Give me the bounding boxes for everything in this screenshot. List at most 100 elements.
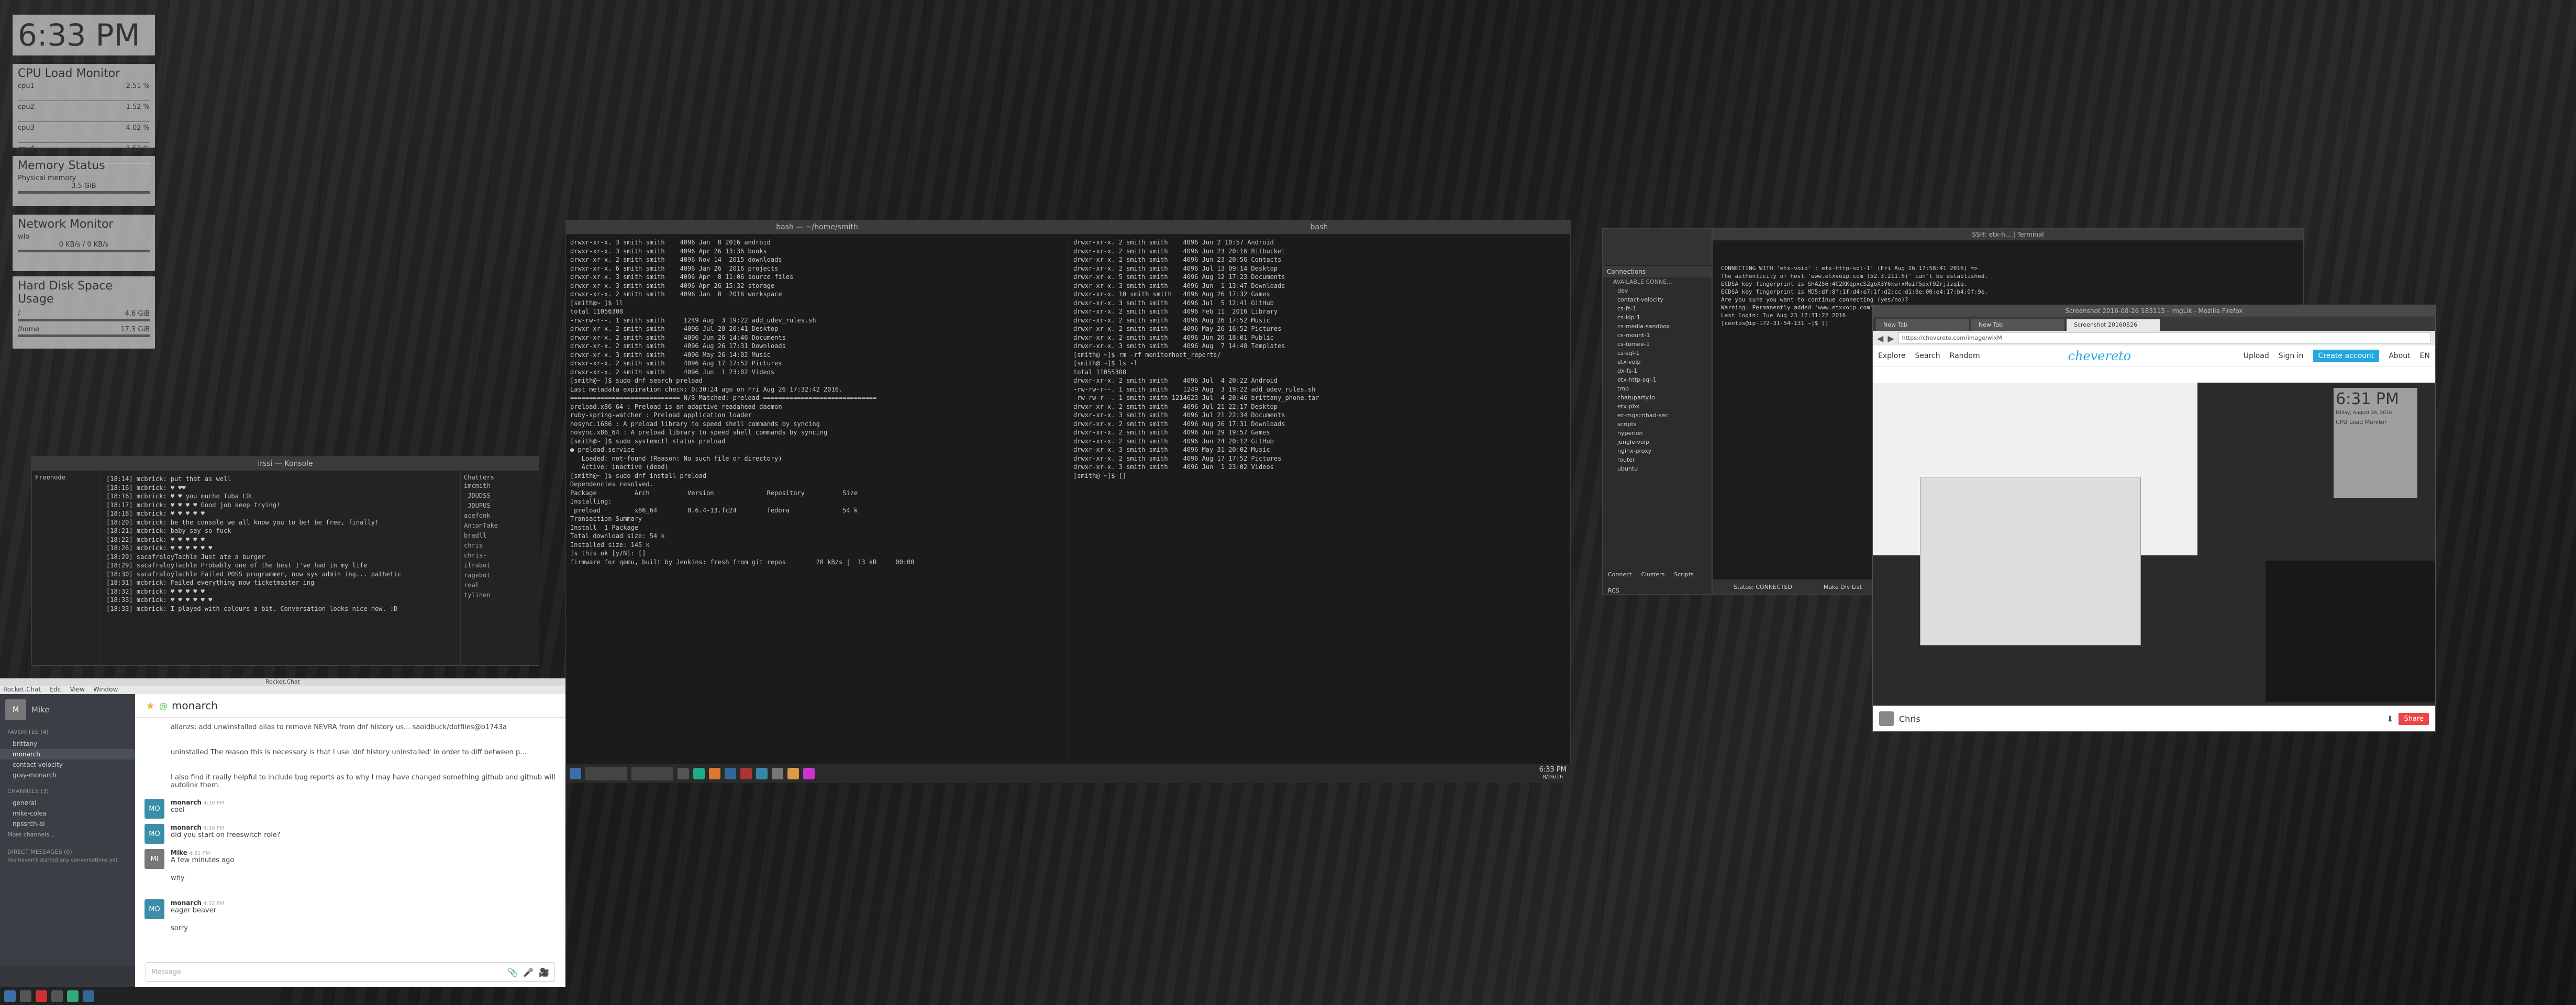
connection-item[interactable]: cs-tomee-1 bbox=[1617, 340, 1712, 349]
owner-avatar[interactable] bbox=[1879, 711, 1894, 726]
taskbar-app-icon[interactable] bbox=[772, 768, 783, 779]
message-input[interactable]: Message bbox=[151, 968, 507, 976]
create-account-button[interactable]: Create account bbox=[2313, 350, 2380, 362]
message-avatar[interactable] bbox=[145, 874, 164, 894]
taskbar-window-button[interactable] bbox=[631, 767, 673, 780]
connection-item[interactable]: ec-mgscribad-sec bbox=[1617, 411, 1712, 420]
connection-item[interactable]: nginx-proxy bbox=[1617, 446, 1712, 455]
message-author[interactable]: monarch bbox=[171, 799, 202, 806]
connection-item[interactable]: etx-pbx bbox=[1617, 402, 1712, 411]
connection-item[interactable]: etx-http-sql-1 bbox=[1617, 375, 1712, 384]
connection-tab[interactable]: Clusters bbox=[1641, 571, 1664, 578]
terminal-right-pane[interactable]: drwxr-xr-x. 2 smith smith 4096 Jun 2 10:… bbox=[1069, 236, 1570, 762]
message-avatar[interactable]: MO bbox=[145, 899, 164, 919]
terminal-tab-left[interactable]: bash — ~/home/smith bbox=[566, 220, 1068, 234]
share-button[interactable]: Share bbox=[2399, 712, 2429, 725]
irc-network[interactable]: Freenode bbox=[35, 474, 96, 481]
message-avatar[interactable] bbox=[145, 723, 164, 743]
message-author[interactable]: monarch bbox=[171, 899, 202, 907]
message-author[interactable]: monarch bbox=[171, 824, 202, 831]
connection-item[interactable]: tmp bbox=[1617, 384, 1712, 393]
irc-user[interactable]: bradll bbox=[464, 531, 536, 541]
language-menu[interactable]: EN bbox=[2420, 352, 2430, 360]
taskbar-app-icon[interactable] bbox=[803, 768, 815, 779]
taskbar-app-icon[interactable] bbox=[20, 990, 31, 1002]
connections-window[interactable]: Connections AVAILABLE CONNE... dev contac… bbox=[1602, 228, 1712, 595]
message-avatar[interactable] bbox=[145, 749, 164, 768]
connection-tab[interactable]: Connect bbox=[1608, 571, 1631, 578]
taskbar-app-icon[interactable] bbox=[83, 990, 94, 1002]
image-preview[interactable]: 6:31 PM Friday, August 26, 2016 CPU Load… bbox=[1873, 383, 2435, 707]
connection-tab[interactable]: Scripts bbox=[1674, 571, 1694, 578]
favorite-room[interactable]: contact-velocity bbox=[0, 760, 135, 770]
terminal-left-pane[interactable]: drwxr-xr-x. 3 smith smith 4096 Jan 8 201… bbox=[566, 236, 1072, 762]
download-icon[interactable]: ⬇ bbox=[2386, 714, 2393, 724]
taskbar-app-icon[interactable] bbox=[787, 768, 799, 779]
irc-user[interactable]: acefonk bbox=[464, 511, 536, 521]
irc-user[interactable]: _JDUPUS bbox=[464, 501, 536, 511]
taskbar-app-icon[interactable] bbox=[740, 768, 752, 779]
connection-item[interactable]: cs-media-sandbox bbox=[1617, 322, 1712, 331]
video-icon[interactable]: 🎥 bbox=[539, 967, 549, 977]
connection-item[interactable]: cs-fs-1 bbox=[1617, 304, 1712, 313]
message-avatar[interactable]: MI bbox=[145, 849, 164, 869]
connection-item[interactable]: jungle-voip bbox=[1617, 438, 1712, 446]
taskbar-app-icon[interactable] bbox=[756, 768, 768, 779]
owner-name[interactable]: Chris bbox=[1899, 714, 1920, 724]
irc-user[interactable]: chris bbox=[464, 541, 536, 551]
menu-item[interactable]: Rocket.Chat bbox=[3, 686, 41, 694]
message-avatar[interactable] bbox=[145, 774, 164, 794]
about-menu[interactable]: About bbox=[2389, 352, 2410, 360]
menu-item[interactable]: Window bbox=[93, 686, 118, 694]
irc-window[interactable]: irssi — Konsole Freenode [18:14] mcbrick… bbox=[31, 456, 539, 666]
connection-item[interactable]: cs-ldp-1 bbox=[1617, 313, 1712, 322]
taskbar-app-icon[interactable] bbox=[36, 990, 47, 1002]
connection-item[interactable]: dx-fs-1 bbox=[1617, 366, 1712, 375]
nav-search[interactable]: Search bbox=[1915, 352, 1940, 360]
star-icon[interactable]: ★ bbox=[146, 699, 155, 712]
rocketchat-window[interactable]: Rocket.Chat Rocket.Chat Edit View Window M … bbox=[0, 678, 565, 987]
message-avatar[interactable]: MO bbox=[145, 824, 164, 844]
attach-icon[interactable]: 📎 bbox=[507, 967, 518, 977]
irc-user[interactable]: ragebot bbox=[464, 571, 536, 580]
message-author[interactable]: Mike bbox=[171, 849, 187, 856]
channel-room[interactable]: npssrch-ai bbox=[0, 819, 135, 829]
irc-user[interactable]: AntonTake bbox=[464, 521, 536, 531]
connection-item[interactable]: dev bbox=[1617, 286, 1712, 295]
connection-item[interactable]: chatuparty.io bbox=[1617, 393, 1712, 402]
connection-item[interactable]: scripts bbox=[1617, 420, 1712, 429]
channel-room[interactable]: mike-colea bbox=[0, 808, 135, 819]
taskbar-app-icon[interactable] bbox=[725, 768, 736, 779]
favorite-room[interactable]: brittany bbox=[0, 739, 135, 749]
browser-tab[interactable]: New Tab bbox=[1971, 319, 2064, 331]
connection-item[interactable]: router bbox=[1617, 455, 1712, 464]
firefox-window[interactable]: Screenshot 2016-08-26 183115 - ImgLik - … bbox=[1872, 305, 2436, 732]
menu-item[interactable]: View bbox=[70, 686, 84, 694]
connection-item[interactable]: cs-mount-1 bbox=[1617, 331, 1712, 340]
connection-item[interactable]: contact-velocity bbox=[1617, 295, 1712, 304]
app-launcher-icon[interactable] bbox=[4, 990, 16, 1002]
irc-user[interactable]: imcmith bbox=[464, 481, 536, 491]
menu-item[interactable]: Edit bbox=[49, 686, 61, 694]
taskbar-app-icon[interactable] bbox=[67, 990, 79, 1002]
taskbar-app-icon[interactable] bbox=[51, 990, 63, 1002]
fedora-menu-icon[interactable] bbox=[570, 768, 581, 779]
terminal-window[interactable]: bash — ~/home/smith bash drwxr-xr-x. 3 s… bbox=[565, 220, 1571, 783]
mic-icon[interactable]: 🎤 bbox=[523, 967, 534, 977]
ssh-status-right[interactable]: Make Div List bbox=[1824, 584, 1862, 590]
connection-item[interactable]: hyperion bbox=[1617, 429, 1712, 438]
favorite-room[interactable]: gray-monarch bbox=[0, 770, 135, 780]
upload-button[interactable]: Upload bbox=[2244, 352, 2269, 360]
forward-icon[interactable]: ▶ bbox=[1887, 333, 1894, 343]
taskbar-clock[interactable]: 6:33 PM bbox=[1539, 766, 1567, 774]
more-channels-link[interactable]: More channels... bbox=[0, 829, 135, 840]
taskbar-app-icon[interactable] bbox=[709, 768, 720, 779]
message-avatar[interactable]: MO bbox=[145, 799, 164, 819]
nav-random[interactable]: Random bbox=[1950, 352, 1980, 360]
signin-button[interactable]: Sign in bbox=[2279, 352, 2304, 360]
connection-item[interactable]: ubuntu bbox=[1617, 464, 1712, 473]
terminal-tab-right[interactable]: bash bbox=[1068, 220, 1570, 234]
irc-user[interactable]: ilrabot bbox=[464, 561, 536, 571]
current-user[interactable]: Mike bbox=[31, 705, 50, 714]
connection-tab[interactable]: RCS bbox=[1608, 587, 1619, 594]
